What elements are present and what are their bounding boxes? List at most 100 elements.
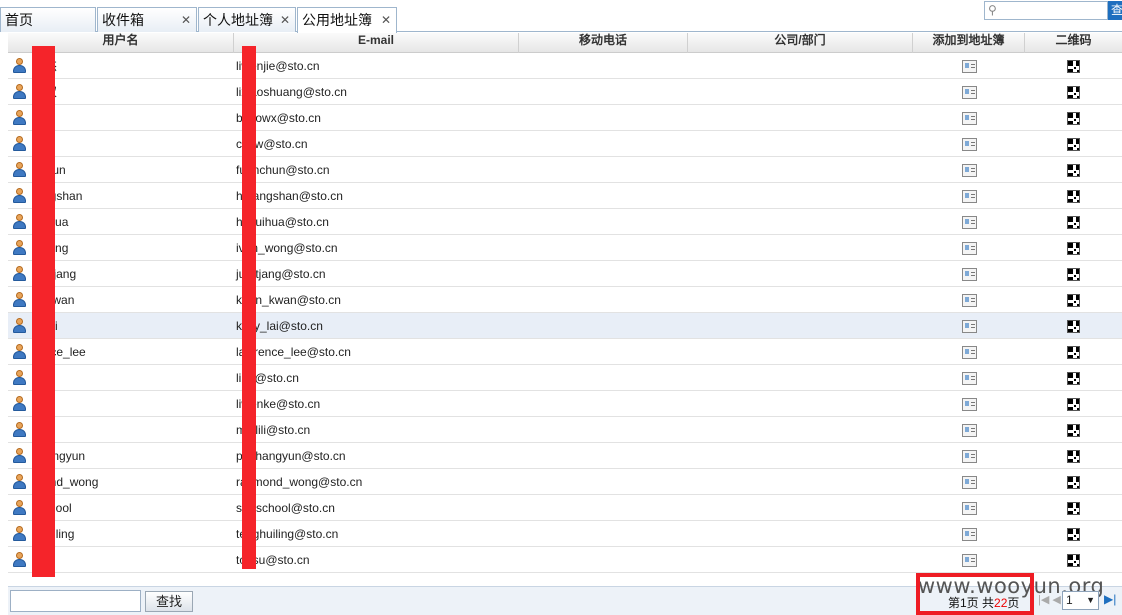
qrcode-icon[interactable] xyxy=(1067,528,1080,541)
email-cell[interactable]: juthtjang@sto.cn xyxy=(234,261,519,287)
tab-public-contacts[interactable]: 公用地址簿 ✕ xyxy=(297,7,397,33)
qrcode-icon[interactable] xyxy=(1067,190,1080,203)
table-row[interactable]: _wongivan_wong@sto.cn xyxy=(8,235,1122,261)
add-contact-icon[interactable] xyxy=(961,450,977,463)
tab-personal-contacts[interactable]: 个人地址簿 ✕ xyxy=(198,7,296,32)
qrcode-icon[interactable] xyxy=(1067,424,1080,437)
email-cell[interactable]: kenn_kwan@sto.cn xyxy=(234,287,519,313)
qrcode-icon[interactable] xyxy=(1067,86,1080,99)
add-contact-icon[interactable] xyxy=(961,372,977,385)
table-row[interactable]: y_laikelly_lai@sto.cn xyxy=(8,313,1122,339)
qrcode-icon[interactable] xyxy=(1067,112,1080,125)
first-prev-page-icon[interactable]: |◀ ◀ xyxy=(1038,593,1061,606)
email-cell[interactable]: tousu@sto.cn xyxy=(234,547,519,573)
email-cell[interactable]: lixiaoshuang@sto.cn xyxy=(234,79,519,105)
table-row[interactable]: lilimeilili@sto.cn xyxy=(8,417,1122,443)
email-cell[interactable]: hetangshan@sto.cn xyxy=(234,183,519,209)
qrcode-icon[interactable] xyxy=(1067,60,1080,73)
table-row[interactable]: liun@sto.cn xyxy=(8,365,1122,391)
tab-inbox[interactable]: 收件箱 ✕ xyxy=(97,7,197,32)
close-icon[interactable]: ✕ xyxy=(280,8,290,32)
email-cell[interactable]: bzhowx@sto.cn xyxy=(234,105,519,131)
add-contact-icon[interactable] xyxy=(961,190,977,203)
table-row[interactable]: zhangyun pazhangyun@sto.cn xyxy=(8,443,1122,469)
email-cell[interactable]: raymond_wong@sto.cn xyxy=(234,469,519,495)
add-contact-icon[interactable] xyxy=(961,528,977,541)
qrcode-icon[interactable] xyxy=(1067,164,1080,177)
email-cell[interactable]: liwenke@sto.cn xyxy=(234,391,519,417)
add-contact-icon[interactable] xyxy=(961,554,977,567)
footer-search-input[interactable] xyxy=(10,590,141,612)
add-contact-icon[interactable] xyxy=(961,242,977,255)
email-cell[interactable]: sto-school@sto.cn xyxy=(234,495,519,521)
email-cell[interactable]: hesuihua@sto.cn xyxy=(234,209,519,235)
add-contact-icon[interactable] xyxy=(961,398,977,411)
table-row[interactable]: 小双lixiaoshuang@sto.cn xyxy=(8,79,1122,105)
table-row[interactable]: xwchxw@sto.cn xyxy=(8,131,1122,157)
add-contact-icon[interactable] xyxy=(961,502,977,515)
add-contact-icon[interactable] xyxy=(961,164,977,177)
add-contact-icon[interactable] xyxy=(961,216,977,229)
table-row[interactable]: tangshan hetangshan@sto.cn xyxy=(8,183,1122,209)
column-header-company[interactable]: 公司/部门 xyxy=(688,33,913,53)
close-icon[interactable]: ✕ xyxy=(381,8,391,32)
next-page-icon[interactable]: ▶| xyxy=(1104,592,1116,606)
tab-home[interactable]: 首页 xyxy=(0,7,96,32)
qrcode-icon[interactable] xyxy=(1067,502,1080,515)
column-header-qrcode[interactable]: 二维码 xyxy=(1025,33,1122,53)
find-button[interactable]: 查找 xyxy=(145,591,193,612)
qrcode-icon[interactable] xyxy=(1067,372,1080,385)
email-cell[interactable]: chxw@sto.cn xyxy=(234,131,519,157)
table-row[interactable]: ghuilingtenghuiling@sto.cn xyxy=(8,521,1122,547)
table-row[interactable]: n_kwankenn_kwan@sto.cn xyxy=(8,287,1122,313)
email-cell[interactable]: liwenjie@sto.cn xyxy=(234,53,519,79)
top-search-input[interactable]: ⚲ xyxy=(984,1,1108,20)
add-contact-icon[interactable] xyxy=(961,424,977,437)
qrcode-icon[interactable] xyxy=(1067,554,1080,567)
qrcode-icon[interactable] xyxy=(1067,294,1080,307)
add-contact-icon[interactable] xyxy=(961,112,977,125)
email-cell[interactable]: liun@sto.cn xyxy=(234,365,519,391)
qrcode-icon[interactable] xyxy=(1067,216,1080,229)
add-contact-icon[interactable] xyxy=(961,320,977,333)
add-contact-icon[interactable] xyxy=(961,294,977,307)
email-cell[interactable]: pazhangyun@sto.cn xyxy=(234,443,519,469)
page-select[interactable]: 1 ▼ xyxy=(1062,591,1099,610)
column-header-mobile[interactable]: 移动电话 xyxy=(519,33,688,53)
add-contact-icon[interactable] xyxy=(961,476,977,489)
qrcode-icon[interactable] xyxy=(1067,346,1080,359)
email-cell[interactable]: kelly_lai@sto.cn xyxy=(234,313,519,339)
email-cell[interactable]: ivan_wong@sto.cn xyxy=(234,235,519,261)
table-row[interactable]: nkeliwenke@sto.cn xyxy=(8,391,1122,417)
add-contact-icon[interactable] xyxy=(961,60,977,73)
qrcode-icon[interactable] xyxy=(1067,398,1080,411)
table-row[interactable]: suihuahesuihua@sto.cn xyxy=(8,209,1122,235)
qrcode-icon[interactable] xyxy=(1067,320,1080,333)
add-contact-icon[interactable] xyxy=(961,138,977,151)
add-contact-icon[interactable] xyxy=(961,346,977,359)
column-header-add-to-contacts[interactable]: 添加到地址簿 xyxy=(913,33,1025,53)
qrcode-icon[interactable] xyxy=(1067,242,1080,255)
email-cell[interactable]: fuanchun@sto.cn xyxy=(234,157,519,183)
email-cell[interactable]: lawrence_lee@sto.cn xyxy=(234,339,519,365)
table-row[interactable]: utousu@sto.cn xyxy=(8,547,1122,573)
top-search-button[interactable]: 查 xyxy=(1108,1,1122,20)
qrcode-icon[interactable] xyxy=(1067,450,1080,463)
table-row[interactable]: th Tjang juthtjang@sto.cn xyxy=(8,261,1122,287)
qrcode-icon[interactable] xyxy=(1067,476,1080,489)
close-icon[interactable]: ✕ xyxy=(181,8,191,32)
table-row[interactable]: -schoolsto-school@sto.cn xyxy=(8,495,1122,521)
column-header-email[interactable]: E-mail xyxy=(234,33,519,53)
qrcode-icon[interactable] xyxy=(1067,268,1080,281)
email-cell[interactable]: meilili@sto.cn xyxy=(234,417,519,443)
table-row[interactable]: mond_wong raymond_wong@sto.cn xyxy=(8,469,1122,495)
table-row[interactable]: 文杰liwenjie@sto.cn xyxy=(8,53,1122,79)
add-contact-icon[interactable] xyxy=(961,268,977,281)
table-row[interactable]: rence_lee lawrence_lee@sto.cn xyxy=(8,339,1122,365)
user-icon-cell xyxy=(8,521,28,547)
table-row[interactable]: owxbzhowx@sto.cn xyxy=(8,105,1122,131)
table-row[interactable]: nchunfuanchun@sto.cn xyxy=(8,157,1122,183)
qrcode-icon[interactable] xyxy=(1067,138,1080,151)
email-cell[interactable]: tenghuiling@sto.cn xyxy=(234,521,519,547)
add-contact-icon[interactable] xyxy=(961,86,977,99)
